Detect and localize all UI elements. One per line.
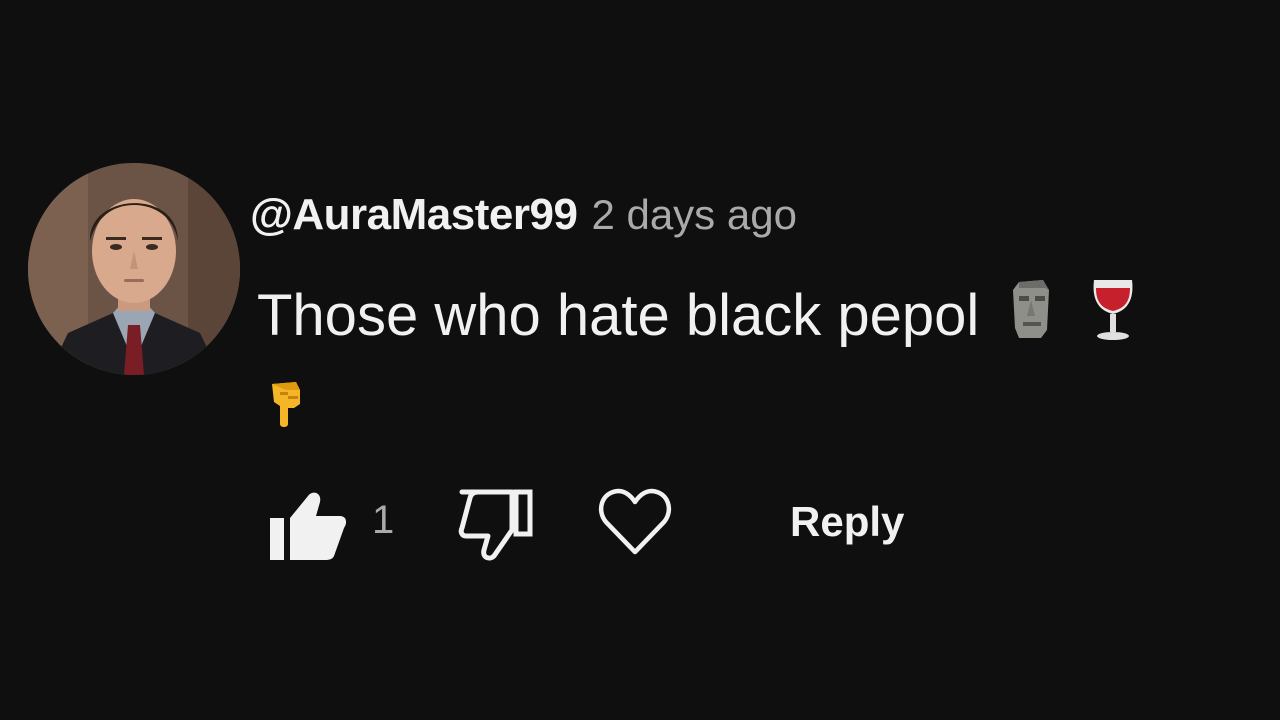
comment-header: @AuraMaster99 2 days ago [250,190,797,250]
comment-text: Those who hate black pepol [257,283,980,348]
avatar[interactable] [28,163,240,375]
pointing-down-emoji-icon [266,378,310,433]
timestamp[interactable]: 2 days ago [591,191,797,239]
dislike-button[interactable] [458,488,538,569]
like-button[interactable] [268,488,348,569]
comment-text-container: Those who hate black pepol [257,276,1237,363]
avatar-image [28,163,240,375]
author-name[interactable]: @AuraMaster99 [250,190,578,240]
thumbs-up-icon [270,492,347,560]
heart-button[interactable] [598,486,672,563]
wine-glass-emoji-icon [1088,276,1138,363]
thumbs-down-icon [458,489,533,561]
moai-emoji-icon [1005,276,1057,363]
reply-button[interactable]: Reply [790,498,904,546]
like-count: 1 [372,498,395,542]
comment-actions: 1 Reply [0,480,1280,570]
comment: @AuraMaster99 2 days ago Those who hate … [0,0,1280,720]
heart-icon [598,488,672,555]
